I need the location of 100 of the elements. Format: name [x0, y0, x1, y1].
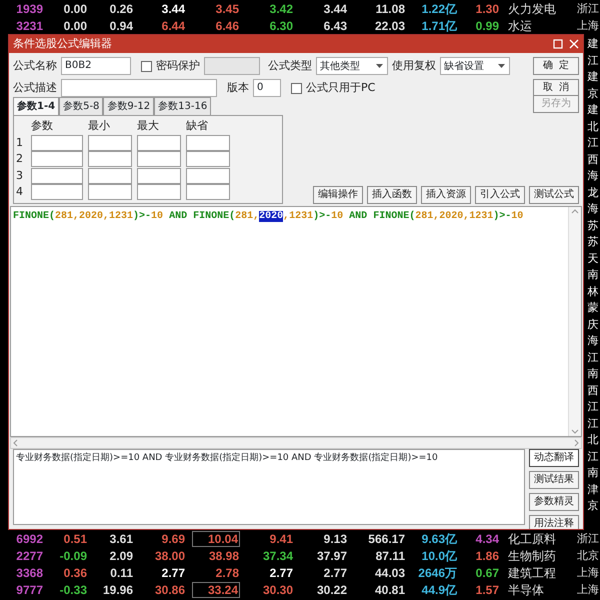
price-cell-text: -0.09: [58, 548, 88, 562]
stock-code: 2277: [15, 548, 44, 562]
price-cell-text: 0.67: [474, 566, 500, 580]
table-cell-text: 江: [586, 350, 600, 366]
type-dropdown[interactable]: 其他类型: [316, 57, 388, 75]
table-cell-text: 建筑工程: [507, 566, 557, 580]
scroll-up-icon[interactable]: [571, 208, 579, 214]
tab[interactable]: 参数9-12: [103, 97, 154, 115]
checkbox[interactable]: [141, 60, 152, 72]
param-field[interactable]: [137, 184, 181, 200]
maximize-icon[interactable]: [553, 39, 563, 49]
panel-button[interactable]: 用法注释: [529, 515, 579, 529]
param-field[interactable]: [137, 134, 181, 151]
price-cell-text: 1.86: [474, 548, 500, 562]
dropdown-value: 缺省设置: [443, 60, 485, 74]
table-cell-text: 海: [586, 168, 600, 184]
price-cell-text: 9.69: [160, 532, 186, 546]
param-field[interactable]: [186, 151, 230, 168]
column-header: 参数: [31, 118, 54, 134]
price-cell-text: 1.30: [474, 2, 500, 16]
name-field[interactable]: B0B2: [61, 57, 131, 75]
price-cell-text: 4.34: [474, 532, 500, 546]
tab[interactable]: 参数5-8: [59, 97, 104, 115]
price-cell-text: 2.09: [108, 548, 134, 562]
scroll-left-icon[interactable]: [13, 439, 18, 447]
panel-button[interactable]: 动态翻译: [529, 449, 579, 467]
price-cell-text: 0.26: [108, 2, 134, 16]
table-cell-text: 生物制药: [507, 548, 557, 562]
param-field[interactable]: [31, 151, 83, 168]
table-cell-text: 西: [586, 382, 600, 398]
action-button[interactable]: 编辑操作: [313, 186, 363, 204]
window-title: 条件选股公式编辑器: [13, 36, 113, 52]
table-cell-text: 南: [586, 366, 600, 382]
table-cell-text: 江: [586, 135, 600, 151]
price-cell-text: 3.42: [268, 2, 294, 16]
price-cell-text: 0.00: [62, 18, 88, 32]
price-cell-text: 1.71亿: [420, 18, 458, 32]
price-cell-text: 1.57: [474, 582, 500, 596]
table-cell-text: 建: [586, 69, 600, 85]
price-cell-text: 30.22: [316, 582, 348, 596]
param-field[interactable]: [88, 168, 132, 184]
description-field[interactable]: [61, 79, 217, 97]
table-cell-text: 龙: [586, 184, 600, 200]
price-cell-text: 0.00: [62, 2, 88, 16]
checkbox[interactable]: [291, 82, 302, 94]
panel-button[interactable]: 测试结果: [529, 471, 579, 489]
param-field[interactable]: [137, 151, 181, 168]
translation-text: 专业财务数据(指定日期)>=10 AND 专业财务数据(指定日期)>=10 AND 专业财务数据(指定日期)>=10: [13, 449, 525, 525]
password-field[interactable]: [204, 57, 260, 75]
table-cell-text: 海: [586, 201, 600, 217]
checkbox-label: 密码保护: [156, 58, 200, 74]
param-field[interactable]: [137, 168, 181, 184]
action-button[interactable]: 引入公式: [475, 186, 525, 204]
price-cell-text: 3.45: [214, 2, 240, 16]
action-button[interactable]: 插入资源: [421, 186, 471, 204]
scrollbar[interactable]: [10, 437, 582, 449]
price-cell-text: 6.46: [214, 18, 240, 32]
checkbox-label: 公式只用于PC: [306, 80, 376, 96]
param-field[interactable]: [31, 184, 83, 200]
price-cell-text: 30.30: [262, 582, 294, 596]
table-cell-text: 海: [586, 333, 600, 349]
table-cell-text: 林: [586, 284, 600, 300]
formula-text: FINONE(281,2020,1231)>-10 AND FINONE(281,2020,1231)>-10 AND FINONE(281,2020,1231)>-10: [12, 210, 524, 224]
table-cell-text: 半导体: [507, 582, 545, 596]
code-editor[interactable]: FINONE(281,2020,1231)>-10 AND FINONE(281,2020,1231)>-10 AND FINONE(281,2020,1231)>-10: [10, 206, 582, 437]
panel-button[interactable]: 参数精灵: [529, 493, 579, 511]
table-cell-text: 江: [586, 416, 600, 432]
param-field[interactable]: [186, 184, 230, 200]
scroll-down-icon[interactable]: [571, 429, 579, 434]
param-field[interactable]: [88, 184, 132, 200]
action-button[interactable]: 测试公式: [529, 186, 579, 204]
param-field[interactable]: [186, 168, 230, 184]
dialog-button[interactable]: 确 定: [533, 57, 579, 75]
table-cell-text: 天: [586, 250, 600, 266]
version-field[interactable]: 0: [253, 79, 281, 97]
scroll-right-icon[interactable]: [574, 439, 579, 447]
price-cell-text: 2.77: [322, 566, 348, 580]
field-label: 公式类型: [268, 58, 312, 74]
param-field[interactable]: [31, 134, 83, 151]
price-cell-text: 87.11: [374, 548, 406, 562]
price-cell-text: 38.00: [154, 548, 186, 562]
adjust-dropdown[interactable]: 缺省设置: [440, 57, 510, 75]
scrollbar[interactable]: [568, 206, 581, 436]
tab[interactable]: 参数13-16: [154, 97, 212, 115]
dropdown-value: 其他类型: [319, 60, 361, 74]
param-field[interactable]: [31, 168, 83, 184]
action-button[interactable]: 插入函数: [367, 186, 417, 204]
table-cell-text: 南: [586, 465, 600, 481]
close-icon[interactable]: [569, 39, 579, 49]
param-field[interactable]: [186, 134, 230, 151]
table-cell-text: 京: [586, 498, 600, 514]
param-field[interactable]: [88, 134, 132, 151]
stock-code: 1939: [15, 2, 44, 16]
price-cell-text: 11.08: [374, 2, 406, 16]
price-cell-text: 10.0亿: [420, 548, 458, 562]
table-cell-text: 蒙: [586, 300, 600, 316]
table-cell-text: 水运: [507, 18, 533, 32]
param-field[interactable]: [88, 151, 132, 168]
tab[interactable]: 参数1-4: [13, 97, 60, 115]
price-cell-text: 44.03: [374, 566, 406, 580]
